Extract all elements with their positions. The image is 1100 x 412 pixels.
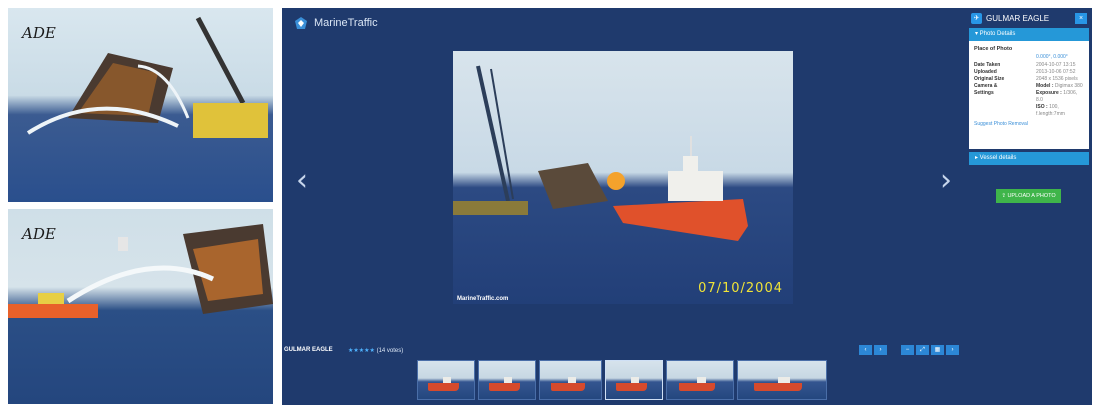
thumb-next-button[interactable]: › (874, 345, 887, 355)
forward-button[interactable]: › (946, 345, 959, 355)
left-photo-bottom: ADE (8, 209, 273, 404)
next-photo-arrow-icon[interactable]: › (940, 166, 952, 196)
panel-header: ✈ GULMAR EAGLE × (966, 8, 1092, 28)
main-vessel-photo: 07/10/2004 MarineTraffic.com (453, 51, 793, 304)
photo-details: Place of Photo 0.000°, 0.000° Date Taken… (969, 41, 1089, 149)
detail-row: Original Size 2048 x 1536 pixels (974, 76, 1085, 83)
photo-details-toggle[interactable]: ▾ Photo Details (969, 28, 1089, 41)
detail-value: 2004-10-07 13:15 (1036, 62, 1076, 68)
rating-stars[interactable]: ★★★★★ (14 votes) (348, 347, 403, 354)
photo-watermark: MarineTraffic.com (457, 296, 509, 302)
upload-photo-button[interactable]: ⇪ UPLOAD A PHOTO (996, 189, 1061, 203)
detail-key: Original Size (974, 76, 1005, 82)
photo-date-stamp: 07/10/2004 (698, 281, 783, 296)
vessel-name-label[interactable]: GULMAR EAGLE (284, 347, 333, 353)
camera-key: Camera & (974, 83, 998, 89)
thumbnail[interactable] (737, 360, 827, 400)
prev-photo-arrow-icon[interactable]: ‹ (296, 166, 308, 196)
detail-row: Uploaded 2013-10-06 07:52 (974, 69, 1085, 76)
camera-model: Digimax 380 (1054, 83, 1083, 89)
thumbnail[interactable] (666, 360, 734, 400)
detail-row: Date Taken 2004-10-07 13:15 (974, 62, 1085, 69)
fit-screen-button[interactable]: ⤢ (916, 345, 929, 355)
model-label: Model : (1036, 83, 1054, 89)
main-photo-illustration (453, 65, 748, 241)
detail-row-camera: Camera & Settings Model : Digimax 380 Ex… (974, 83, 1085, 118)
detail-key: Uploaded (974, 69, 997, 75)
vessel-details-toggle[interactable]: ▸ Vessel details (969, 152, 1089, 165)
thumb-prev-button[interactable]: ‹ (859, 345, 872, 355)
panel-title: GULMAR EAGLE (986, 13, 1050, 23)
photo-viewer: MarineTraffic ‹ › 07/10/2004 MarineTraff… (282, 8, 966, 405)
photo-coordinates-link[interactable]: 0.000°, 0.000° (974, 54, 1085, 60)
zoom-out-button[interactable]: − (901, 345, 914, 355)
rating-stars-icon[interactable]: ★★★★★ (348, 348, 375, 354)
page-root: ADE ADE MarineTraffic ‹ › 07/10/2004 Mar… (0, 0, 1100, 412)
rig-fire-illustration (26, 16, 268, 138)
detail-value: 2013-10-06 07:52 (1036, 69, 1076, 75)
grid-view-button[interactable]: ▦ (931, 345, 944, 355)
camera-settings-value: Model : Digimax 380 Exposure : 1/306, 8.… (1036, 83, 1085, 118)
vessel-info-panel: ✈ GULMAR EAGLE × ▾ Photo Details Place o… (966, 8, 1092, 405)
exposure-label: Exposure : (1036, 90, 1062, 96)
suggest-photo-removal-link[interactable]: Suggest Photo Removal (974, 121, 1085, 127)
thumbnail[interactable] (539, 360, 602, 400)
close-button[interactable]: × (1075, 12, 1087, 24)
detail-key: Date Taken (974, 62, 1001, 68)
thumbnail-active[interactable] (605, 360, 663, 400)
fireboat-illustration (8, 224, 273, 318)
marinetraffic-brand[interactable]: MarineTraffic (294, 16, 378, 30)
left-photo-top: ADE (8, 8, 273, 202)
vote-count: (14 votes) (376, 348, 404, 354)
place-of-photo-label: Place of Photo (974, 46, 1013, 52)
iso-label: ISO : (1036, 104, 1048, 110)
marinetraffic-logo-icon (295, 17, 307, 29)
detail-key: Camera & Settings (974, 83, 1036, 118)
detail-value: 2048 x 1536 pixels (1036, 76, 1078, 82)
brand-name: MarineTraffic (314, 17, 378, 29)
thumbnail-strip (417, 360, 827, 400)
thumbnail[interactable] (417, 360, 475, 400)
thumbnail[interactable] (478, 360, 536, 400)
marinetraffic-logo-icon: ✈ (971, 12, 982, 24)
settings-key: Settings (974, 90, 994, 96)
